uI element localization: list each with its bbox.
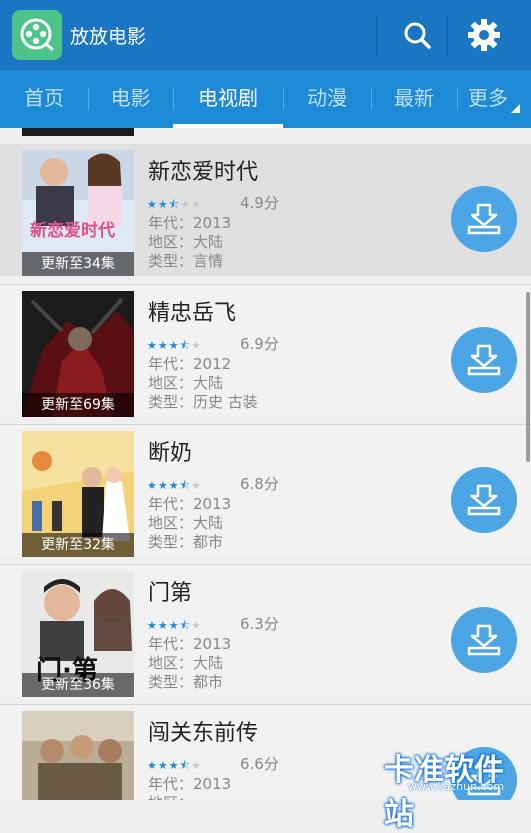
item-title[interactable]: 精忠岳飞 <box>148 295 236 327</box>
genre: 类型：言情 <box>148 252 224 270</box>
episode-badge: 更新至34集 <box>22 252 134 276</box>
app-bar: 放放电影 <box>0 0 531 70</box>
score: 6.6分 <box>240 755 279 773</box>
list-item[interactable]: 更新至69集 精忠岳飞 ★★★⯪★ 6.9分 年代：2012 地区：大陆 类型：… <box>0 285 531 417</box>
genre: 类型：都市 <box>148 533 224 551</box>
svg-text:新恋爱时代: 新恋爱时代 <box>30 220 115 241</box>
list-item[interactable]: 门·第 更新至36集 门第 ★★★⯪★ 6.3分 年代：2013 地区：大陆 类… <box>0 565 531 697</box>
score: 6.8分 <box>240 475 279 493</box>
item-title[interactable]: 断奶 <box>148 435 192 467</box>
item-title[interactable]: 新恋爱时代 <box>148 154 258 186</box>
tab-movies[interactable]: 电影 <box>88 70 173 128</box>
poster-thumbnail[interactable]: 新恋爱时代 更新至34集 <box>22 150 134 276</box>
poster-thumbnail[interactable]: 门·第 更新至36集 <box>22 571 134 697</box>
poster-thumbnail[interactable] <box>22 711 134 800</box>
year: 年代：2013 <box>148 495 232 513</box>
item-title[interactable]: 门第 <box>148 575 192 607</box>
score: 6.9分 <box>240 335 279 353</box>
episode-badge: 更新至32集 <box>22 533 134 557</box>
year: 年代：2013 <box>148 214 232 232</box>
download-icon <box>467 344 501 376</box>
episode-badge: 更新至69集 <box>22 393 134 417</box>
download-button[interactable] <box>451 186 517 252</box>
download-button[interactable] <box>451 327 517 393</box>
region: 地区：大陆 <box>148 654 224 672</box>
year: 年代：2012 <box>148 355 232 373</box>
scrollbar[interactable] <box>526 292 530 462</box>
region: 地区： <box>148 792 193 800</box>
divider <box>376 16 377 56</box>
film-reel-icon <box>12 10 62 60</box>
poster-thumbnail[interactable]: 更新至69集 <box>22 291 134 417</box>
download-icon <box>467 484 501 516</box>
score: 4.9分 <box>240 194 279 212</box>
region: 地区：大陆 <box>148 514 224 532</box>
download-icon <box>467 203 501 235</box>
download-icon <box>467 624 501 656</box>
tab-tv-series[interactable]: 电视剧 <box>173 70 283 128</box>
tv-series-list[interactable]: 新恋爱时代 更新至34集 新恋爱时代 ★★⯪★★ 4.9分 年代：2013 地区… <box>0 128 531 800</box>
region: 地区：大陆 <box>148 374 224 392</box>
region: 地区：大陆 <box>148 233 224 251</box>
search-icon[interactable] <box>397 15 437 55</box>
divider <box>447 16 448 56</box>
category-tabs: 首页 电影 电视剧 动漫 最新 更多 <box>0 70 531 128</box>
genre: 类型：都市 <box>148 673 224 691</box>
download-button[interactable] <box>451 607 517 673</box>
poster-thumbnail[interactable]: 更新至32集 <box>22 431 134 557</box>
tab-latest[interactable]: 最新 <box>371 70 457 128</box>
tab-more[interactable]: 更多 <box>457 70 519 128</box>
app-title: 放放电影 <box>70 26 147 48</box>
year: 年代：2013 <box>148 635 232 653</box>
gear-icon[interactable] <box>464 15 504 55</box>
score: 6.3分 <box>240 615 279 633</box>
genre: 类型：历史 古装 <box>148 393 258 411</box>
episode-badge: 更新至36集 <box>22 673 134 697</box>
tab-home[interactable]: 首页 <box>0 70 88 128</box>
tab-anime[interactable]: 动漫 <box>283 70 371 128</box>
download-button[interactable] <box>451 467 517 533</box>
watermark-url: www.kazhun.com <box>408 780 505 793</box>
poster-thumbnail <box>22 128 134 136</box>
list-item[interactable]: 更新至32集 断奶 ★★★⯪★ 6.8分 年代：2013 地区：大陆 类型：都市 <box>0 425 531 557</box>
dropdown-triangle-icon[interactable] <box>511 104 520 113</box>
list-item[interactable]: 新恋爱时代 更新至34集 新恋爱时代 ★★⯪★★ 4.9分 年代：2013 地区… <box>0 144 531 276</box>
year: 年代：2013 <box>148 775 232 793</box>
item-title[interactable]: 闯关东前传 <box>148 715 258 747</box>
